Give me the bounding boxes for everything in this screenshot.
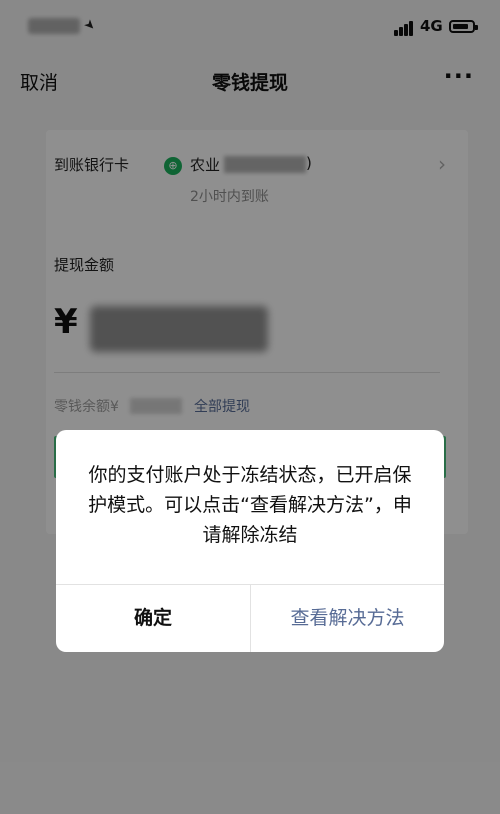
view-solution-button[interactable]: 查看解决方法 [251, 584, 444, 652]
frozen-account-dialog: 你的支付账户处于冻结状态，已开启保护模式。可以点击“查看解决方法”，申请解除冻结… [56, 430, 444, 652]
confirm-button[interactable]: 确定 [56, 584, 250, 652]
modal-overlay [0, 0, 500, 814]
dialog-message: 你的支付账户处于冻结状态，已开启保护模式。可以点击“查看解决方法”，申请解除冻结 [88, 464, 412, 546]
